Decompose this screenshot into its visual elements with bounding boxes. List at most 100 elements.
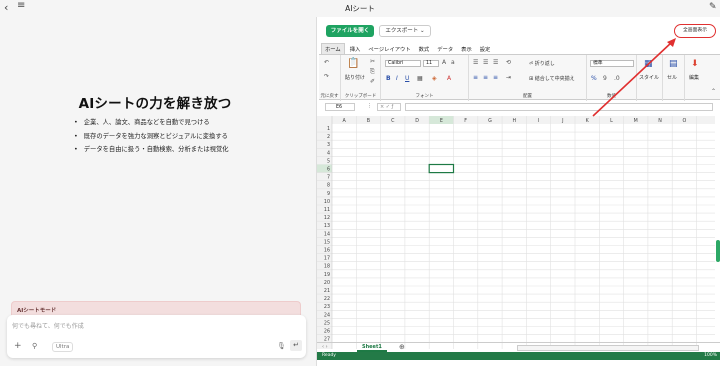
column-header: F [464,118,467,124]
hero-heading: AIシートの力を解き放つ [78,96,232,112]
edit-label[interactable]: 編集 [689,74,699,81]
tab-home[interactable]: ホーム [321,43,345,54]
name-box[interactable]: E6 [325,103,355,111]
clipboard-label: クリップボード [344,94,377,99]
increase-font-icon[interactable]: A [442,59,446,66]
cell-label[interactable]: セル [667,74,677,81]
align-left-icon[interactable]: ≡ [473,74,478,81]
clipboard-group: 📋 貼り付け ✂ ⎘ ✐ クリップボード [341,55,381,101]
row-header: 4 [327,150,330,156]
row-header: 26 [324,329,330,335]
font-group: Calibri 11 A a B I U ▦ ◈ A フォント [381,55,469,101]
send-icon[interactable]: ↵ [290,340,302,351]
styles-icon[interactable]: ▦ [644,59,653,69]
font-name-select[interactable]: Calibri [385,60,421,67]
redo-icon[interactable]: ↷ [324,73,329,80]
fullscreen-button[interactable]: 全画面表示 [674,24,716,38]
column-header: I [538,118,539,124]
increase-decimal-icon[interactable]: .0 [614,75,620,82]
align-bottom-icon[interactable]: ☰ [493,59,498,66]
row-header: 7 [327,175,330,181]
wrap-text-button[interactable]: ⏎ 折り返し [529,60,555,67]
sheet-nav-icon[interactable]: ‹ › [322,344,328,350]
tab-view[interactable]: 表示 [458,44,475,54]
collapse-ribbon-icon[interactable]: ⌃ [711,88,716,95]
column-header: N [658,118,662,124]
align-center-icon[interactable]: ≡ [483,74,488,81]
row-header: 18 [324,264,330,270]
font-color-icon[interactable]: A [447,75,451,82]
horizontal-scrollbar[interactable] [517,345,699,351]
row-header: 12 [324,215,330,221]
underline-icon[interactable]: U [405,75,409,82]
tab-data[interactable]: データ [434,44,456,54]
cell-group: ▤ セル [663,55,685,101]
plus-icon[interactable]: + [14,341,22,351]
row-header: 16 [324,248,330,254]
spreadsheet-panel: ファイルを開く エクスポート ⌄ 全画面表示 ホーム 挿入 ページレイアウト 数式 デー… [316,17,720,366]
row-header: 6 [327,167,330,173]
align-middle-icon[interactable]: ☰ [483,59,488,66]
column-header: E [440,118,443,124]
indent-icon[interactable]: ⇥ [506,74,511,81]
undo-icon[interactable]: ↶ [324,59,329,66]
export-button[interactable]: エクスポート ⌄ [379,25,431,37]
export-label: エクスポート [385,28,419,34]
undo-label: 元に戻す [320,94,339,99]
style-label[interactable]: スタイル [639,74,659,81]
merge-center-button[interactable]: ⊞ 結合して中央揃え [529,75,575,82]
fill-color-icon[interactable]: ◈ [432,75,437,82]
copy-icon[interactable]: ⎘ [370,68,375,76]
fx-button[interactable]: × ✓ ƒ [377,103,401,111]
edit-icon[interactable]: ✎ [709,2,717,12]
number-format-select[interactable]: 標準 [590,60,634,67]
font-label: フォント [415,94,434,99]
ribbon: ↶ ↷ 元に戻す 📋 貼り付け ✂ ⎘ ✐ クリップボード Calibri 11… [319,54,720,101]
feature-item: データを自由に扱う・自動検索、分析または視覚化 [74,143,229,157]
row-header: 10 [324,199,330,205]
column-header: B [367,118,370,124]
font-size-select[interactable]: 11 [423,60,439,67]
italic-icon[interactable]: I [396,75,398,82]
orientation-icon[interactable]: ⟲ [506,59,511,66]
tools-icon[interactable]: ⚲ [32,342,37,350]
align-top-icon[interactable]: ☰ [473,59,478,66]
tab-formulas[interactable]: 数式 [416,44,433,54]
chat-input[interactable]: 何でも尋ねて、何でも作成 [12,321,84,330]
bold-icon[interactable]: B [386,75,391,82]
spreadsheet-grid[interactable]: A B C D E F G H I J K L M N O 1 2 3 4 5 6 7 8 9 10 11 12 13 14 15 16 17… [317,116,715,349]
sheet-tab-sheet1[interactable]: Sheet1 [357,343,387,352]
ultra-button[interactable]: Ultra [52,342,74,352]
zoom-level[interactable]: 100% [704,352,717,360]
border-icon[interactable]: ▦ [417,75,423,82]
tab-page-layout[interactable]: ページレイアウト [365,44,413,54]
microphone-icon[interactable]: 🎙 [277,342,286,350]
top-bar: ‹ ≡ AIシート ✎ [0,0,720,16]
add-sheet-icon[interactable]: ⊕ [399,343,405,351]
edit-ribbon-icon[interactable]: ⬇ [691,59,699,69]
status-bar: Ready 100% [317,352,720,360]
paste-label[interactable]: 貼り付け [345,74,365,81]
alignment-group: ☰ ☰ ☰ ⟲ ≡ ≡ ≡ ⇥ ⏎ 折り返し ⊞ 結合して中央揃え 配置 [469,55,587,101]
tab-settings[interactable]: 設定 [477,44,494,54]
style-group: ▦ スタイル [637,55,663,101]
row-header: 15 [324,239,330,245]
comma-icon[interactable]: 9 [603,75,607,82]
more-icon[interactable]: ⋮ [367,103,372,109]
format-painter-icon[interactable]: ✐ [370,78,375,85]
formula-input[interactable] [405,103,713,111]
chat-input-box[interactable]: 何でも尋ねて、何でも作成 + ⚲ Ultra 🎙 ↵ [7,315,306,358]
decrease-font-icon[interactable]: a [451,59,455,66]
open-file-button[interactable]: ファイルを開く [326,25,374,37]
tab-insert[interactable]: 挿入 [347,44,364,54]
paste-icon[interactable]: 📋 [347,58,359,69]
side-panel-handle[interactable] [716,240,720,262]
row-header: 8 [327,183,330,189]
align-right-icon[interactable]: ≡ [493,74,498,81]
percent-icon[interactable]: % [591,75,597,82]
cells-icon[interactable]: ▤ [669,59,678,69]
sheet-tabs-bar: ‹ › Sheet1 ⊕ [317,342,720,352]
cut-icon[interactable]: ✂ [370,58,375,65]
alignment-label: 配置 [523,94,532,99]
row-header: 17 [324,256,330,262]
